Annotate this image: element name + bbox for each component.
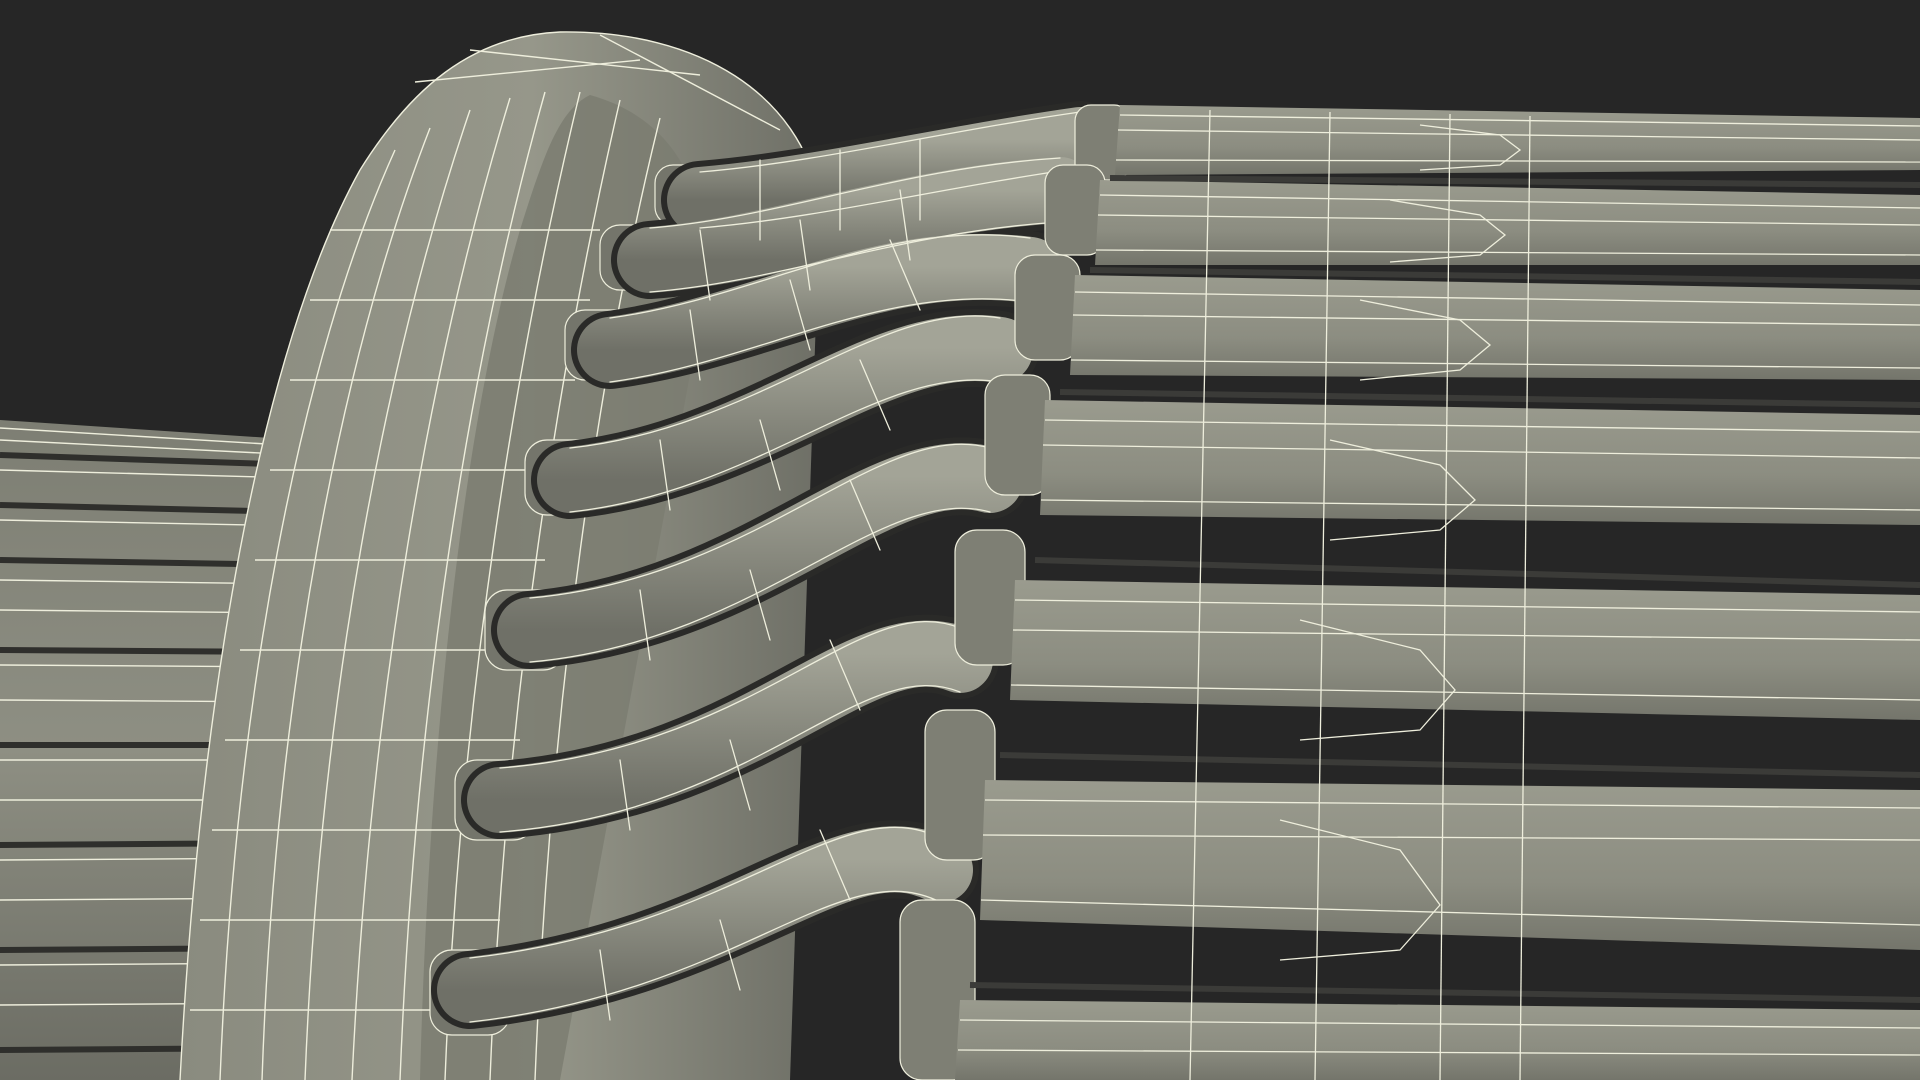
wireframe-render [0, 0, 1920, 1080]
